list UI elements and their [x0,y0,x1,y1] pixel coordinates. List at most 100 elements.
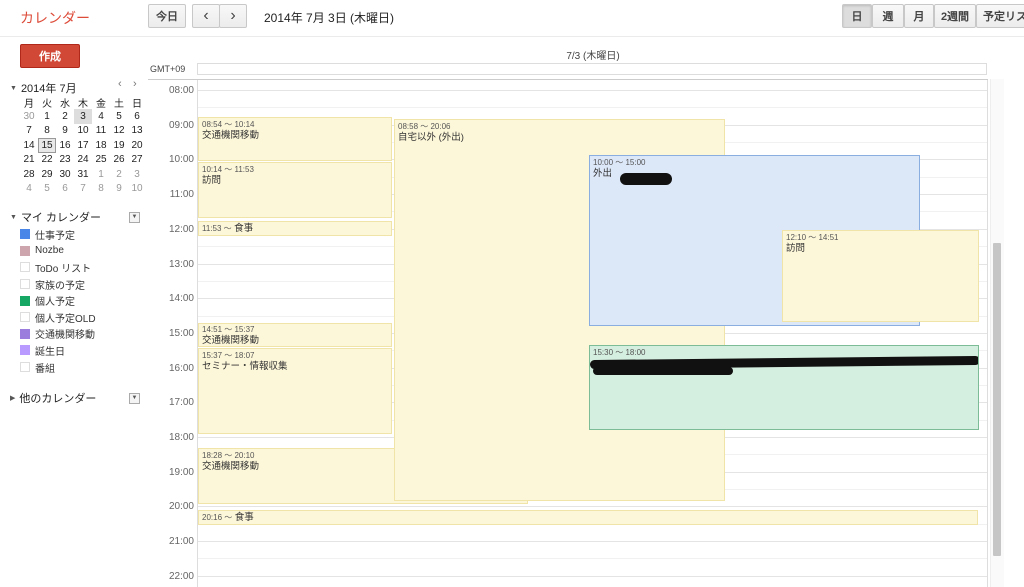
mini-day-cell[interactable]: 16 [56,138,74,152]
calendar-color-swatch [20,362,30,373]
mini-day-cell[interactable]: 1 [92,167,110,181]
mini-day-cell[interactable]: 12 [110,124,128,138]
dropdown-icon[interactable]: ▼ [129,392,140,404]
calendar-label: 仕事予定 [35,230,75,242]
calendar-item[interactable]: 誕生日 [20,342,145,359]
mini-day-cell[interactable]: 25 [92,153,110,167]
calendar-color-swatch [20,279,30,290]
calendar-item[interactable]: Nozbe [20,243,145,260]
redaction-mark [593,367,733,375]
mini-day-cell[interactable]: 14 [20,138,38,152]
mini-day-cell[interactable]: 23 [56,153,74,167]
mini-day-cell[interactable]: 8 [38,124,56,138]
mini-day-cell[interactable]: 9 [56,124,74,138]
calendar-item[interactable]: 家族の予定 [20,276,145,293]
mini-day-cell[interactable]: 5 [110,109,128,123]
mini-day-cell[interactable]: 6 [128,109,146,123]
hour-label: 11:00 [169,189,194,201]
calendar-item[interactable]: 番組 [20,359,145,376]
my-calendars-header[interactable]: ▼ マイ カレンダー ▼ [10,209,140,225]
view-week-button[interactable]: 週 [872,4,904,28]
view-2week-button[interactable]: 2週間 [934,4,976,28]
mini-prev-icon[interactable]: ‹ [118,78,122,90]
calendar-item[interactable]: 個人予定 [20,292,145,309]
mini-day-cell[interactable]: 8 [92,181,110,195]
mini-calendar-title[interactable]: ▼ 2014年 7月 [10,80,77,96]
calendar-label: 番組 [35,363,55,375]
mini-day-cell[interactable]: 20 [128,138,146,152]
hour-label: 12:00 [168,223,194,235]
mini-day-cell[interactable]: 31 [74,167,92,181]
calendar-item[interactable]: 仕事予定 [20,226,145,243]
view-day-button[interactable]: 日 [842,4,872,28]
hour-label: 20:00 [168,501,194,513]
calendar-item[interactable]: 交通機関移動 [20,326,145,343]
mini-day-cell[interactable]: 29 [38,167,56,181]
event-time: 08:54 〜 10:14 [202,120,255,129]
mini-day-cell[interactable]: 2 [110,167,128,181]
calendar-item[interactable]: ToDo リスト [20,259,145,276]
calendar-label: 家族の予定 [35,280,85,292]
app-title[interactable]: カレンダー [20,8,90,28]
mini-day-cell[interactable]: 3 [128,167,146,181]
calendar-color-swatch [20,229,30,240]
mini-next-icon[interactable]: › [133,78,137,90]
create-button[interactable]: 作成 [20,44,80,68]
calendar-color-swatch [20,245,30,256]
mini-day-cell[interactable]: 24 [74,153,92,167]
mini-day-cell[interactable]: 13 [128,124,146,138]
mini-day-cell[interactable]: 19 [110,138,128,152]
weekday-header: 金 [96,98,106,110]
prev-icon[interactable]: ‹ [192,4,220,28]
weekday-header: 日 [132,98,142,110]
mini-day-cell[interactable]: 26 [110,153,128,167]
mini-day-cell[interactable]: 17 [74,138,92,152]
event-personal[interactable]: 15:30 〜 18:00 [589,345,979,430]
next-icon[interactable]: › [219,4,247,28]
mini-day-cell[interactable]: 18 [92,138,110,152]
mini-day-cell[interactable]: 22 [38,153,56,167]
mini-day-cell[interactable]: 3 [74,109,92,124]
other-calendars-header[interactable]: ▶ 他のカレンダー ▼ [10,390,140,406]
mini-day-cell[interactable]: 4 [20,181,38,195]
day-grid[interactable]: 22:00 21:00 20:00 19:00 18:00 17:00 16:00 15:00… [148,79,988,587]
event-meal-1[interactable]: 11:53 〜 食事 [198,221,392,236]
mini-day-cell[interactable]: 28 [20,167,38,181]
mini-day-cell[interactable]: 11 [92,124,110,138]
mini-day-cell[interactable]: 10 [128,181,146,195]
event-transit-2[interactable]: 14:51 〜 15:37 交通機関移動 [198,323,392,347]
event-meal-2[interactable]: 20:16 〜 食事 [198,510,978,525]
mini-day-cell[interactable]: 30 [20,109,38,123]
mini-day-cell[interactable]: 7 [20,124,38,138]
dropdown-icon[interactable]: ▼ [129,211,140,223]
calendar-color-swatch [20,295,30,306]
event-time: 10:14 〜 11:53 [202,165,254,174]
event-visit-2[interactable]: 12:10 〜 14:51 訪問 [782,230,979,322]
mini-day-cell[interactable]: 5 [38,181,56,195]
calendar-item[interactable]: 個人予定OLD [20,309,145,326]
view-agenda-button[interactable]: 予定リス [976,4,1024,28]
mini-day-cell[interactable]: 2 [56,109,74,123]
mini-day-cell[interactable]: 9 [110,181,128,195]
all-day-row[interactable] [197,63,987,75]
mini-day-cell[interactable]: 7 [74,181,92,195]
event-time: 10:00 〜 15:00 [593,158,646,167]
mini-day-cell[interactable]: 4 [92,109,110,123]
today-button[interactable]: 今日 [148,4,186,28]
mini-day-cell[interactable]: 6 [56,181,74,195]
view-month-button[interactable]: 月 [904,4,934,28]
day-column-header[interactable]: 7/3 (木曜日) [198,47,988,62]
scrollbar-thumb[interactable] [993,243,1001,556]
mini-day-cell[interactable]: 10 [74,124,92,138]
event-transit-1[interactable]: 08:54 〜 10:14 交通機関移動 [198,117,392,161]
event-time: 12:10 〜 14:51 [786,233,839,242]
mini-day-cell[interactable]: 30 [56,167,74,181]
other-calendars-title: 他のカレンダー [19,393,97,405]
event-visit-1[interactable]: 10:14 〜 11:53 訪問 [198,162,392,218]
mini-day-cell[interactable]: 27 [128,153,146,167]
event-seminar[interactable]: 15:37 〜 18:07 セミナー・情報収集 [198,348,392,434]
event-title: 食事 [234,223,254,234]
mini-day-cell[interactable]: 21 [20,153,38,167]
mini-day-cell[interactable]: 15 [38,138,56,153]
mini-day-cell[interactable]: 1 [38,109,56,123]
